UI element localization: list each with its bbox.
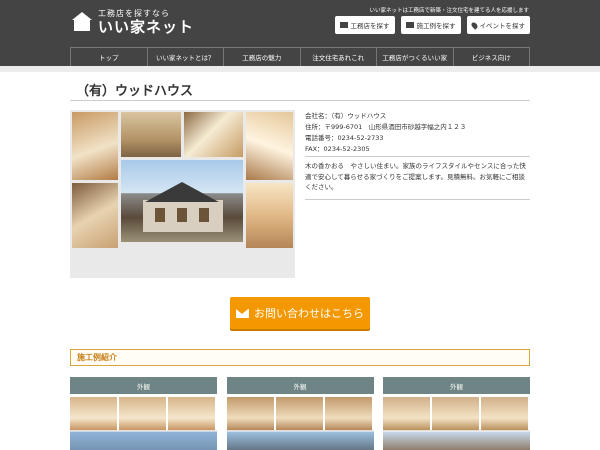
find-works-label: 施工例を探す — [416, 22, 456, 30]
contact-button[interactable]: お問い合わせはこちら — [230, 297, 370, 329]
header-buttons: 工務店を探す 施工例を探す イベントを探す — [334, 16, 530, 34]
work-card[interactable]: 外観 — [383, 377, 530, 450]
nav-item-appeal[interactable]: 工務店の魅力 — [224, 48, 301, 66]
works-section-title: 施工例紹介 — [70, 349, 530, 366]
gallery-photo[interactable] — [72, 183, 118, 248]
find-works-button[interactable]: 施工例を探す — [400, 16, 461, 34]
header-divider — [0, 66, 600, 72]
nav-item-top[interactable]: トップ — [71, 48, 148, 66]
header-tagline: いい家ネットは工務店で新築・注文住宅を建てる人を応援します — [369, 8, 529, 14]
desc-divider — [305, 199, 530, 200]
work-card-label: 外観 — [383, 377, 530, 394]
company-photo-gallery — [70, 110, 295, 278]
company-description: 木の香かおる やさしい住まい。家族のライフスタイルやセンスに合った快適で安心して… — [305, 162, 526, 191]
work-card-image[interactable] — [383, 397, 530, 450]
gallery-photo[interactable] — [72, 112, 118, 180]
logo-title: いい家ネット — [98, 17, 195, 36]
gallery-photo[interactable] — [246, 183, 293, 248]
find-events-label: イベントを探す — [479, 22, 526, 30]
find-builder-label: 工務店を探す — [350, 22, 390, 30]
work-card-image[interactable] — [70, 397, 217, 450]
gallery-main-photo[interactable] — [121, 160, 243, 242]
works-list: 外観 外観 外観 — [70, 377, 530, 450]
contact-label: お問い合わせはこちら — [254, 307, 364, 320]
work-card[interactable]: 外観 — [226, 377, 374, 450]
map-pin-icon — [469, 20, 479, 30]
nav-item-business[interactable]: ビジネス向け — [454, 48, 530, 66]
work-card[interactable]: 外観 — [70, 377, 217, 450]
info-divider — [305, 156, 530, 157]
nav-item-custom-homes[interactable]: 注文住宅あれこれ — [301, 48, 377, 66]
work-card-label: 外観 — [70, 377, 217, 394]
gallery-photo[interactable] — [121, 112, 181, 157]
work-card-image[interactable] — [226, 397, 374, 450]
company-info: 会社名：（有）ウッドハウス 住所：〒999-6701 山形県酒田市砂越字幅之内１… — [305, 111, 530, 155]
gallery-photo[interactable] — [246, 112, 293, 180]
company-address: 住所：〒999-6701 山形県酒田市砂越字幅之内１２３ — [305, 123, 467, 131]
find-events-button[interactable]: イベントを探す — [466, 16, 530, 34]
company-phone: 電話番号：0234-52-2733 — [305, 134, 384, 142]
building-icon — [339, 22, 348, 28]
gallery-photo[interactable] — [184, 112, 243, 157]
find-builder-button[interactable]: 工務店を探す — [334, 16, 395, 34]
title-divider — [70, 100, 530, 101]
work-card-label: 外観 — [226, 377, 374, 394]
site-logo[interactable]: 工務店を探すなら いい家ネット — [72, 8, 194, 36]
nav-item-about[interactable]: いい家ネットとは？ — [148, 48, 224, 66]
house-icon — [72, 12, 92, 32]
image-icon — [405, 22, 414, 28]
page-title: （有）ウッドハウス — [76, 84, 194, 99]
company-fax: FAX：0234-52-2305 — [305, 145, 370, 153]
nav-item-good-homes[interactable]: 工務店がつくるいい家 — [377, 48, 454, 66]
logo-subtitle: 工務店を探すなら — [98, 8, 170, 18]
mail-icon — [236, 308, 249, 318]
company-name: 会社名：（有）ウッドハウス — [305, 112, 387, 120]
main-nav: トップ いい家ネットとは？ 工務店の魅力 注文住宅あれこれ 工務店がつくるいい家… — [70, 47, 530, 67]
